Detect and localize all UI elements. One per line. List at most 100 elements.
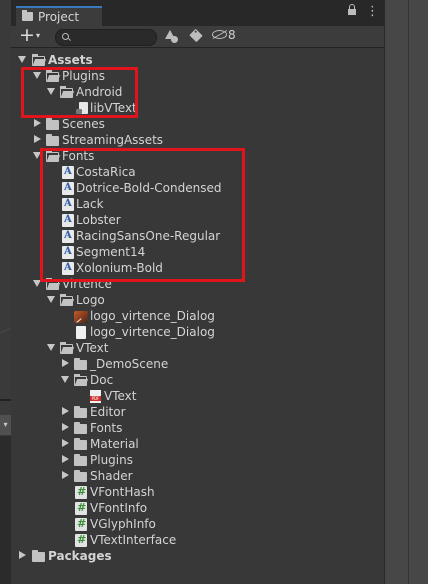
folder-open-icon <box>60 294 73 306</box>
tree-item-label: Assets <box>48 53 93 67</box>
tree-item-label: StreamingAssets <box>62 133 164 147</box>
tab-label: Project <box>38 10 80 24</box>
csharp-script-icon <box>75 501 87 515</box>
folder-icon <box>74 406 87 418</box>
tree-item-logo[interactable]: Logo <box>11 292 384 308</box>
tree-item-demo-scene[interactable]: _DemoScene <box>11 356 384 372</box>
tree-item-label: Material <box>90 437 139 451</box>
folder-icon <box>74 422 87 434</box>
tree-item-label: Logo <box>76 293 105 307</box>
tree-item-label: VText <box>104 389 137 403</box>
adjacent-panel <box>384 0 428 584</box>
collapse-arrow-icon[interactable] <box>19 551 26 559</box>
folder-icon <box>74 358 87 370</box>
tree-item-label: _DemoScene <box>90 357 169 371</box>
tree-item-label: VText <box>76 341 109 355</box>
folder-icon <box>74 454 87 466</box>
collapse-arrow-icon[interactable] <box>62 423 69 431</box>
dropdown-arrow-icon[interactable]: ▾ <box>0 415 11 435</box>
add-button[interactable]: + ▾ <box>17 24 45 46</box>
tree-item-scenes[interactable]: Scenes <box>11 116 384 132</box>
tree-item-label: Editor <box>90 405 126 419</box>
tree-item-material[interactable]: Material <box>11 436 384 452</box>
tree-item-label: Shader <box>90 469 133 483</box>
hidden-packages-toggle[interactable]: 8 <box>212 28 236 42</box>
folder-open-icon <box>74 374 87 386</box>
tree-item-doc[interactable]: Doc <box>11 372 384 388</box>
folder-open-icon <box>60 342 73 354</box>
pdf-icon <box>90 390 101 403</box>
tree-item-label: Fonts <box>90 421 123 435</box>
project-window: Project ⋮ + ▾ 8 Assets Plugins Android l… <box>11 0 384 584</box>
tree-item-vtext-fonts[interactable]: Fonts <box>11 420 384 436</box>
filter-by-type-icon[interactable] <box>165 30 179 43</box>
project-toolbar: + ▾ 8 <box>11 24 384 48</box>
search-icon <box>62 33 69 40</box>
folder-icon <box>46 118 59 130</box>
lower-panel-edge <box>0 436 11 584</box>
collapse-arrow-icon[interactable] <box>34 135 41 143</box>
tree-item-label: Scenes <box>62 117 105 131</box>
search-input[interactable] <box>74 30 150 45</box>
tree-item-label: Packages <box>48 549 112 563</box>
tree-item-assets[interactable]: Assets <box>11 52 384 68</box>
tree-item-doc-file[interactable]: VText <box>11 388 384 404</box>
folder-icon <box>74 470 87 482</box>
grid-line <box>0 327 11 334</box>
image-icon <box>74 310 88 323</box>
lock-icon[interactable] <box>348 4 356 15</box>
collapse-arrow-icon[interactable] <box>62 455 69 463</box>
highlight-box-plugins <box>21 67 138 118</box>
file-icon <box>76 326 86 339</box>
tree-item-vtext-plugins[interactable]: Plugins <box>11 452 384 468</box>
collapse-arrow-icon[interactable] <box>62 439 69 447</box>
tab-bar: Project ⋮ <box>11 0 384 26</box>
expand-arrow-icon[interactable] <box>61 376 69 383</box>
tree-item-shader[interactable]: Shader <box>11 468 384 484</box>
panel-divider <box>408 0 409 584</box>
tree-item-label: Plugins <box>90 453 133 467</box>
more-menu-icon[interactable]: ⋮ <box>366 5 379 18</box>
highlight-box-fonts <box>40 148 245 282</box>
tree-item-label: Doc <box>90 373 114 387</box>
collapse-arrow-icon[interactable] <box>34 119 41 127</box>
expand-arrow-icon[interactable] <box>47 296 55 303</box>
csharp-script-icon <box>75 517 87 531</box>
tab-project[interactable]: Project <box>16 6 102 26</box>
scene-view-edge: ▾ <box>0 0 11 584</box>
folder-icon <box>74 438 87 450</box>
tree-item-editor[interactable]: Editor <box>11 404 384 420</box>
collapse-arrow-icon[interactable] <box>62 359 69 367</box>
hidden-packages-count: 8 <box>228 28 236 42</box>
collapse-arrow-icon[interactable] <box>62 471 69 479</box>
collapse-arrow-icon[interactable] <box>62 407 69 415</box>
tree-item-label: VTextInterface <box>90 533 177 547</box>
search-field[interactable] <box>55 29 157 46</box>
folder-icon <box>22 10 33 21</box>
plus-icon: + <box>19 24 35 46</box>
expand-arrow-icon[interactable] <box>18 56 26 63</box>
tree-item-packages[interactable]: Packages <box>11 548 384 564</box>
csharp-script-icon <box>75 533 87 547</box>
tree-item-logo-file[interactable]: logo_virtence_Dialog <box>11 324 384 340</box>
tree-item-label: logo_virtence_Dialog <box>90 309 215 323</box>
tree-item-label: VGlyphInfo <box>90 517 156 531</box>
folder-icon <box>32 550 45 562</box>
tree-item-label: logo_virtence_Dialog <box>90 325 215 339</box>
tree-item-label: VFontInfo <box>90 501 148 515</box>
tree-item-vtext[interactable]: VText <box>11 340 384 356</box>
tree-item-logo-image[interactable]: logo_virtence_Dialog <box>11 308 384 324</box>
filter-by-label-icon[interactable] <box>189 28 203 43</box>
panel-separator <box>0 399 11 401</box>
folder-open-icon <box>32 54 45 66</box>
csharp-script-icon <box>75 485 87 499</box>
folder-icon <box>46 134 59 146</box>
tree-item-streaming-assets[interactable]: StreamingAssets <box>11 132 384 148</box>
tree-item-script[interactable]: VFontInfo <box>11 500 384 516</box>
tree-item-script[interactable]: VTextInterface <box>11 532 384 548</box>
tree-item-label: VFontHash <box>90 485 155 499</box>
eye-slash-icon <box>212 30 227 39</box>
tree-item-script[interactable]: VGlyphInfo <box>11 516 384 532</box>
expand-arrow-icon[interactable] <box>47 344 55 351</box>
tree-item-script[interactable]: VFontHash <box>11 484 384 500</box>
